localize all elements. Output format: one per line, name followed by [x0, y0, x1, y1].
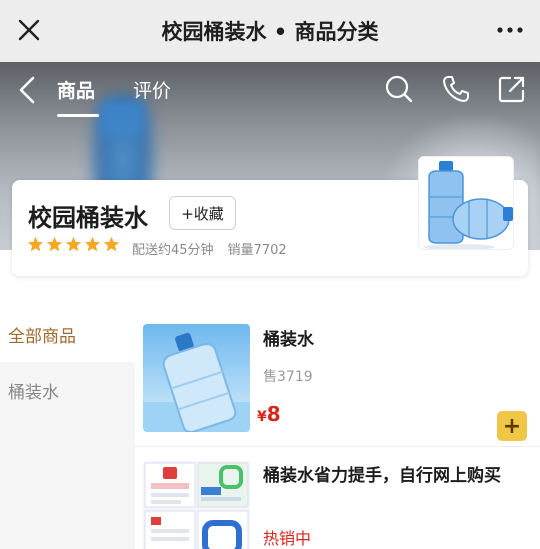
- tab-products[interactable]: 商品: [57, 76, 95, 103]
- title-bar: 校园桶装水 • 商品分类: [0, 0, 540, 62]
- active-tab-indicator: [57, 114, 99, 117]
- product-item[interactable]: 桶装水省力提手，自行网上购买 热销中: [135, 447, 540, 549]
- store-name: 校园桶装水: [28, 204, 148, 232]
- product-name: 桶装水省力提手，自行网上购买: [263, 466, 501, 486]
- category-bottled-water[interactable]: 桶装水: [0, 362, 135, 418]
- star-icon: [103, 236, 120, 252]
- product-item[interactable]: 桶装水 售3719 ¥8 +: [135, 306, 540, 446]
- price-value: 8: [266, 402, 281, 426]
- phone-icon[interactable]: [441, 74, 471, 104]
- favorite-button[interactable]: +收藏: [169, 196, 236, 230]
- rating-stars: [27, 236, 120, 253]
- close-icon[interactable]: [14, 15, 44, 45]
- tab-reviews[interactable]: 评价: [133, 76, 171, 103]
- handle-product-collage: [143, 461, 250, 549]
- product-status: 热销中: [263, 529, 312, 548]
- page-title: 校园桶装水 • 商品分类: [161, 20, 379, 44]
- price-currency: ¥: [257, 409, 267, 425]
- share-icon[interactable]: [497, 74, 527, 104]
- water-bottle-photo: [143, 324, 250, 432]
- star-icon: [65, 236, 82, 252]
- store-logo: [418, 156, 514, 250]
- product-image: [143, 461, 250, 549]
- add-to-cart-button[interactable]: +: [497, 411, 527, 441]
- store-info-card: 校园桶装水 +收藏 配送约45分钟 销量7702: [12, 156, 528, 276]
- category-all-products[interactable]: 全部商品: [0, 306, 135, 362]
- product-price: ¥8: [257, 402, 281, 426]
- sales-volume: 销量7702: [227, 243, 287, 258]
- product-sales: 售3719: [263, 369, 313, 385]
- banner-bottle-cap: [100, 102, 144, 136]
- store-meta: 配送约45分钟 销量7702: [132, 239, 287, 258]
- back-arrow-icon[interactable]: [16, 76, 38, 104]
- delivery-time: 配送约45分钟: [132, 243, 214, 258]
- water-bottles-image: [419, 157, 513, 249]
- product-name: 桶装水: [263, 330, 314, 350]
- star-icon: [84, 236, 101, 252]
- more-dots-icon[interactable]: [496, 18, 524, 42]
- star-icon: [27, 236, 44, 252]
- search-icon[interactable]: [384, 74, 414, 104]
- product-image: [143, 324, 250, 432]
- category-sidebar: 全部商品 桶装水: [0, 306, 135, 549]
- star-icon: [46, 236, 63, 252]
